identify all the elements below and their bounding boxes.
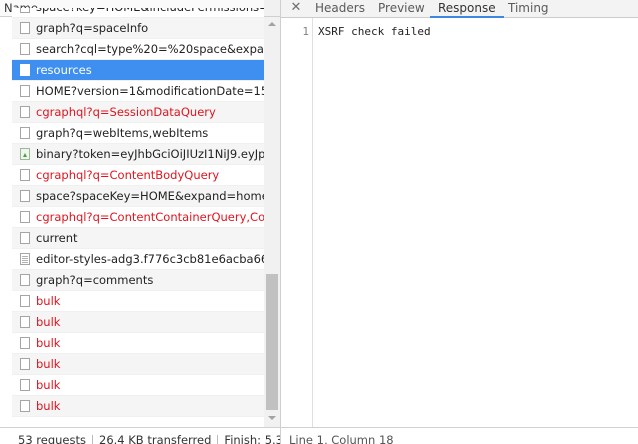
request-name: resources (36, 63, 92, 77)
line-number: 1 (302, 25, 309, 38)
request-row[interactable]: cgraphql?q=SessionDataQuery (12, 102, 264, 123)
request-row[interactable]: bulk (12, 291, 264, 312)
request-name: HOME?version=1&modificationDate=1531 (36, 84, 264, 98)
document-file-icon (20, 316, 30, 328)
request-name: cgraphql?q=ContentBodyQuery (36, 168, 220, 182)
request-row[interactable]: current (12, 228, 264, 249)
request-name: bulk (36, 399, 61, 413)
request-row[interactable]: graph?q=comments (12, 270, 264, 291)
document-file-icon (20, 295, 30, 307)
request-name: graph?q=comments (36, 273, 154, 287)
network-summary-bar: 53 requests 26.4 KB transferred Finish: 5.… (0, 427, 280, 444)
document-file-icon (20, 106, 30, 118)
close-icon[interactable]: ✕ (290, 0, 302, 17)
request-name: graph?q=spaceInfo (36, 21, 149, 35)
cursor-position-status: Line 1, Column 18 (281, 427, 638, 444)
tab-timing[interactable]: Timing (508, 0, 549, 17)
document-file-icon (20, 337, 30, 349)
request-name: bulk (36, 294, 61, 308)
request-row[interactable]: search?cql=type%20=%20space&expand=space… (12, 39, 264, 60)
document-file-icon (20, 379, 30, 391)
request-list-panel: Name space?key=HOME&includePermissions=t… (0, 0, 281, 444)
stylesheet-file-icon (20, 253, 30, 265)
document-file-icon (20, 274, 30, 286)
details-tabbar: ✕ Headers Preview Response Timing (281, 0, 638, 18)
request-row[interactable]: HOME?version=1&modificationDate=1531 (12, 81, 264, 102)
document-file-icon (20, 400, 30, 412)
request-row[interactable]: editor-styles-adg3.f776c3cb81e6acba663a- (12, 249, 264, 270)
tab-response[interactable]: Response (430, 0, 504, 18)
request-name: graph?q=webItems,webItems (36, 126, 209, 140)
request-row[interactable]: bulk (12, 333, 264, 354)
request-row[interactable]: bulk (12, 396, 264, 417)
document-file-icon (20, 190, 30, 202)
request-name: editor-styles-adg3.f776c3cb81e6acba663a- (36, 252, 264, 266)
tab-headers[interactable]: Headers (315, 0, 365, 17)
response-body-line[interactable]: XSRF check failed (318, 25, 431, 38)
finish-time: Finish: 5.3 (224, 433, 280, 444)
request-list: space?key=HOME&includePermissions=true gr… (12, 8, 264, 427)
scroll-up-arrow-icon[interactable] (268, 22, 276, 26)
document-file-icon (20, 43, 30, 55)
request-row[interactable]: bulk (12, 375, 264, 396)
request-row[interactable]: space?key=HOME&includePermissions=true (12, 8, 264, 18)
tab-preview[interactable]: Preview (378, 0, 425, 17)
request-details-panel: ✕ Headers Preview Response Timing 1 XSRF… (281, 0, 638, 444)
request-name: bulk (36, 315, 61, 329)
request-name: binary?token=eyJhbGciOiJIUzI1NiJ9.eyJpc3 (36, 147, 264, 161)
document-file-icon (20, 8, 30, 13)
document-file-icon (20, 358, 30, 370)
request-name: bulk (36, 336, 61, 350)
scrollbar-thumb[interactable] (266, 274, 278, 410)
scroll-down-arrow-icon[interactable] (268, 416, 276, 420)
request-count: 53 requests (18, 433, 86, 444)
devtools-network-panel: Name space?key=HOME&includePermissions=t… (0, 0, 638, 444)
document-file-icon (20, 232, 30, 244)
document-file-icon (20, 127, 30, 139)
document-file-icon (20, 22, 30, 34)
divider (92, 435, 93, 444)
image-file-icon (20, 148, 30, 160)
request-name: current (36, 231, 78, 245)
request-name: space?key=HOME&includePermissions=true (36, 8, 264, 14)
request-name: bulk (36, 378, 61, 392)
transferred-size: 26.4 KB transferred (99, 433, 212, 444)
request-row[interactable]: cgraphql?q=ContentBodyQuery (12, 165, 264, 186)
request-name: cgraphql?q=SessionDataQuery (36, 105, 216, 119)
request-row[interactable]: bulk (12, 312, 264, 333)
document-file-icon (20, 85, 30, 97)
document-file-icon (20, 169, 30, 181)
request-name: search?cql=type%20=%20space&expand=space… (36, 42, 264, 56)
request-row[interactable]: graph?q=spaceInfo (12, 18, 264, 39)
header-filler (264, 0, 280, 17)
request-row[interactable]: graph?q=webItems,webItems (12, 123, 264, 144)
request-name: cgraphql?q=ContentContainerQuery,Content… (36, 210, 264, 224)
request-name: bulk (36, 357, 61, 371)
request-name: space?spaceKey=HOME&expand=homepage (36, 189, 264, 203)
request-row[interactable]: space?spaceKey=HOME&expand=homepage (12, 186, 264, 207)
request-row[interactable]: binary?token=eyJhbGciOiJIUzI1NiJ9.eyJpc3 (12, 144, 264, 165)
document-file-icon (20, 64, 30, 76)
document-file-icon (20, 211, 30, 223)
divider (217, 435, 219, 444)
line-number-gutter (281, 18, 313, 427)
request-row[interactable]: resources (12, 60, 264, 81)
request-row[interactable]: bulk (12, 354, 264, 375)
request-row[interactable]: cgraphql?q=ContentContainerQuery,Content… (12, 207, 264, 228)
